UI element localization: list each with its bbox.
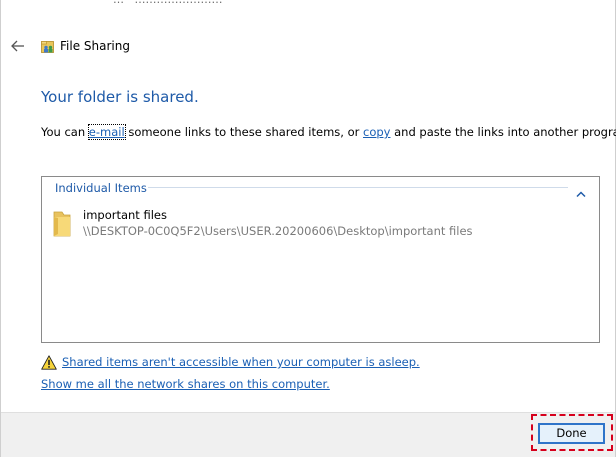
footer-bar [1, 412, 615, 457]
item-name: important files [83, 208, 167, 222]
desc-middle: someone links to these shared items, or [124, 125, 364, 139]
copy-link[interactable]: copy [363, 125, 390, 139]
page-heading: Your folder is shared. [41, 88, 199, 106]
back-button[interactable] [9, 37, 27, 55]
instructions-text: You can e-mail someone links to these sh… [41, 124, 616, 140]
desc-suffix: and paste the links into another program… [390, 125, 616, 139]
group-header-label: Individual Items [55, 181, 147, 195]
file-sharing-window: … …………………… File Sharing Your folder is s… [0, 0, 616, 457]
warning-icon [41, 355, 57, 370]
item-path: \\DESKTOP-0C0Q5F2\Users\USER.20200606\De… [83, 224, 473, 238]
group-divider [148, 187, 568, 188]
shared-items-list[interactable]: Individual Items important files \\DESKT… [41, 176, 600, 343]
window-title: File Sharing [60, 39, 130, 53]
file-sharing-icon [41, 39, 55, 53]
network-shares-link[interactable]: Show me all the network shares on this c… [41, 377, 330, 391]
folder-icon [52, 210, 72, 238]
sleep-warning-link[interactable]: Shared items aren't accessible when your… [62, 355, 420, 369]
list-item[interactable]: important files \\DESKTOP-0C0Q5F2\Users\… [50, 207, 570, 243]
chevron-up-icon [576, 191, 586, 198]
collapse-group-button[interactable] [576, 183, 586, 198]
desc-prefix: You can [41, 125, 89, 139]
back-arrow-icon [11, 40, 24, 52]
email-link[interactable]: e-mail [87, 124, 126, 140]
clipped-text: … …………………… [113, 0, 223, 5]
done-button[interactable]: Done [538, 423, 605, 444]
top-clip: … …………………… [1, 0, 616, 5]
